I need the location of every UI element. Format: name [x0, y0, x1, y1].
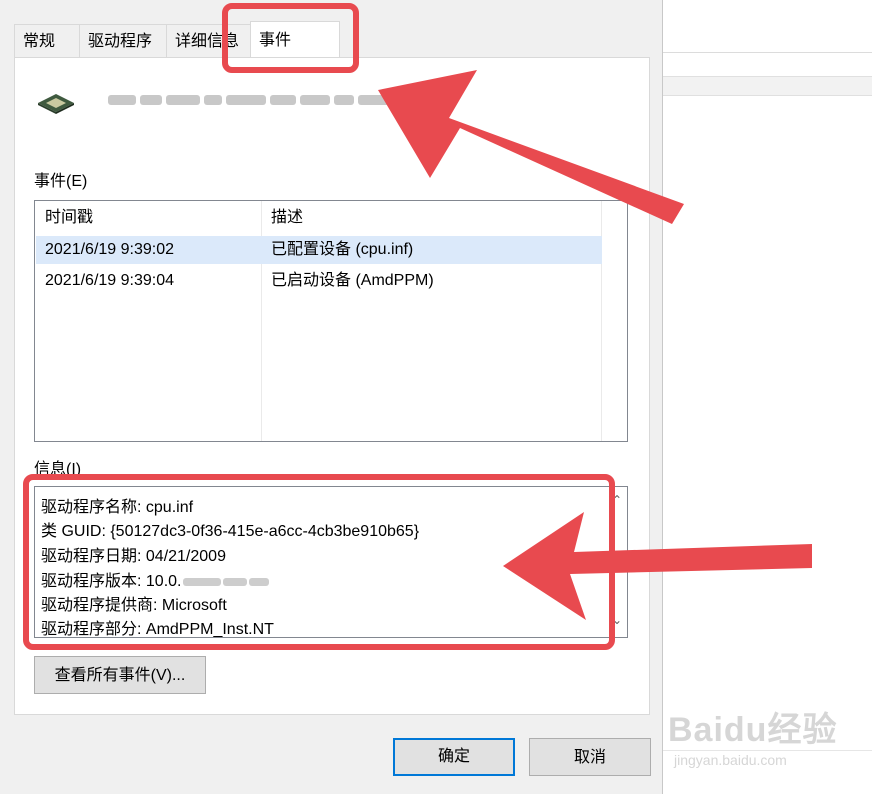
annotation-arrow-to-tab: [378, 70, 684, 224]
annotation-arrow-to-info: [503, 512, 812, 620]
annotation-arrows: [378, 70, 812, 620]
watermark: Baidu经验 jingyan.baidu.com: [668, 702, 868, 772]
watermark-url: jingyan.baidu.com: [674, 752, 787, 768]
watermark-logo: Baidu经验: [668, 711, 838, 749]
